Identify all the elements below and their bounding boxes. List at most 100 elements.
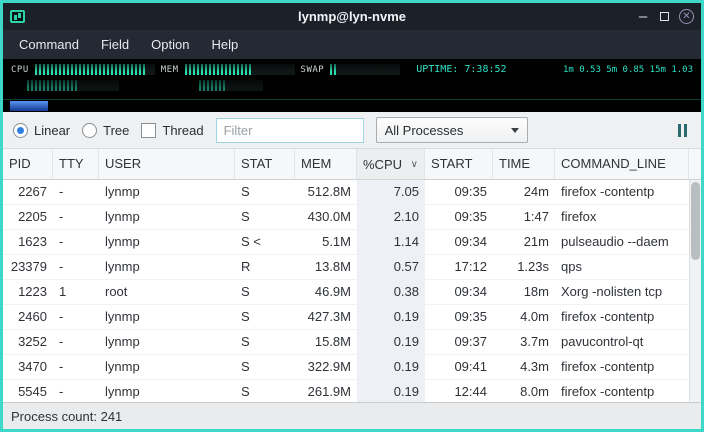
column-header-user[interactable]: USER [99, 149, 235, 179]
cell-tty: 1 [53, 280, 99, 304]
cell-time: 18m [493, 280, 555, 304]
process-count-text: Process count: 241 [11, 409, 122, 424]
cell-command: qps [555, 255, 689, 279]
app-icon [10, 10, 25, 23]
cell-stat: S [235, 305, 295, 329]
column-header-time[interactable]: TIME [493, 149, 555, 179]
cell-mem: 46.9M [295, 280, 357, 304]
column-header-command[interactable]: COMMAND_LINE [555, 149, 689, 179]
menu-command[interactable]: Command [9, 33, 89, 56]
cell-pid: 2460 [3, 305, 53, 329]
cell-tty: - [53, 380, 99, 402]
vertical-scrollbar[interactable] [689, 180, 701, 402]
cell-mem: 261.9M [295, 380, 357, 402]
cell-tty: - [53, 205, 99, 229]
column-header-mem[interactable]: MEM [295, 149, 357, 179]
cell-stat: S [235, 355, 295, 379]
cell-command: pavucontrol-qt [555, 330, 689, 354]
cell-mem: 512.8M [295, 180, 357, 204]
cell-mem: 322.9M [295, 355, 357, 379]
table-row[interactable]: 12231rootS46.9M0.3809:3418mXorg -noliste… [3, 280, 689, 305]
cell-command: firefox [555, 205, 689, 229]
cell-command: firefox -contentp [555, 355, 689, 379]
cell-stat: S [235, 205, 295, 229]
cell-stat: S [235, 180, 295, 204]
cell-time: 3.7m [493, 330, 555, 354]
sort-descending-icon: ∨ [411, 159, 418, 170]
table-row[interactable]: 2205-lynmpS430.0M2.1009:351:47firefox [3, 205, 689, 230]
table-row[interactable]: 2267-lynmpS512.8M7.0509:3524mfirefox -co… [3, 180, 689, 205]
table-header: PID TTY USER STAT MEM %CPU ∨ START TIME … [3, 149, 701, 180]
close-button[interactable]: ✕ [679, 9, 694, 24]
pause-icon [678, 124, 681, 137]
cell-stat: S < [235, 230, 295, 254]
cell-pid: 5545 [3, 380, 53, 402]
table-row[interactable]: 3470-lynmpS322.9M0.1909:414.3mfirefox -c… [3, 355, 689, 380]
process-table: 2267-lynmpS512.8M7.0509:3524mfirefox -co… [3, 180, 701, 402]
process-filter-select[interactable]: All Processes [376, 117, 528, 143]
menu-field[interactable]: Field [91, 33, 139, 56]
cell-start: 12:44 [425, 380, 493, 402]
cell-cpu: 0.19 [357, 380, 425, 402]
app-window: lynmp@lyn-nvme – ✕ Command Field Option … [0, 0, 704, 432]
cell-stat: S [235, 280, 295, 304]
cell-user: lynmp [99, 255, 235, 279]
table-row[interactable]: 3252-lynmpS15.8M0.1909:373.7mpavucontrol… [3, 330, 689, 355]
cell-start: 09:37 [425, 330, 493, 354]
cell-command: pulseaudio --daem [555, 230, 689, 254]
cell-start: 09:34 [425, 230, 493, 254]
table-row[interactable]: 23379-lynmpR13.8M0.5717:121.23sqps [3, 255, 689, 280]
tree-radio-label: Tree [103, 123, 129, 138]
minimize-button[interactable]: – [636, 12, 650, 22]
cell-command: firefox -contentp [555, 380, 689, 402]
thread-checkbox[interactable]: Thread [141, 123, 203, 138]
table-row[interactable]: 5545-lynmpS261.9M0.1912:448.0mfirefox -c… [3, 380, 689, 402]
cell-start: 09:34 [425, 280, 493, 304]
cell-pid: 3470 [3, 355, 53, 379]
menu-help[interactable]: Help [201, 33, 248, 56]
column-header-stat[interactable]: STAT [235, 149, 295, 179]
filter-input[interactable] [216, 118, 364, 143]
restore-button[interactable] [660, 12, 669, 21]
process-filter-value: All Processes [385, 123, 505, 138]
tree-radio[interactable]: Tree [82, 123, 129, 138]
cell-pid: 23379 [3, 255, 53, 279]
column-header-pid[interactable]: PID [3, 149, 53, 179]
cell-start: 09:35 [425, 180, 493, 204]
linear-radio-label: Linear [34, 123, 70, 138]
column-header-start[interactable]: START [425, 149, 493, 179]
cell-user: lynmp [99, 355, 235, 379]
cell-tty: - [53, 330, 99, 354]
cpu-meter-graph [35, 64, 155, 75]
cell-mem: 427.3M [295, 305, 357, 329]
cell-cpu: 7.05 [357, 180, 425, 204]
cell-user: lynmp [99, 380, 235, 402]
menu-option[interactable]: Option [141, 33, 199, 56]
cell-user: root [99, 280, 235, 304]
tree-radio-control [82, 123, 97, 138]
column-header-tty[interactable]: TTY [53, 149, 99, 179]
cell-user: lynmp [99, 330, 235, 354]
cell-cpu: 0.57 [357, 255, 425, 279]
cell-mem: 430.0M [295, 205, 357, 229]
pause-button[interactable] [674, 120, 691, 141]
cell-cpu: 1.14 [357, 230, 425, 254]
cell-tty: - [53, 305, 99, 329]
load-history-block [10, 101, 48, 111]
load-history-strip [3, 99, 701, 112]
scrollbar-thumb[interactable] [691, 182, 700, 260]
window-title: lynmp@lyn-nvme [3, 9, 701, 24]
cell-cpu: 0.19 [357, 355, 425, 379]
column-header-cpu[interactable]: %CPU ∨ [357, 149, 425, 179]
cell-tty: - [53, 180, 99, 204]
menubar: Command Field Option Help [3, 30, 701, 59]
linear-radio[interactable]: Linear [13, 123, 70, 138]
cell-time: 4.0m [493, 305, 555, 329]
mem-history-graph [199, 80, 263, 91]
cell-time: 21m [493, 230, 555, 254]
cell-start: 09:35 [425, 205, 493, 229]
cell-tty: - [53, 230, 99, 254]
table-row[interactable]: 1623-lynmpS <5.1M1.1409:3421mpulseaudio … [3, 230, 689, 255]
table-row[interactable]: 2460-lynmpS427.3M0.1909:354.0mfirefox -c… [3, 305, 689, 330]
linear-radio-control [13, 123, 28, 138]
